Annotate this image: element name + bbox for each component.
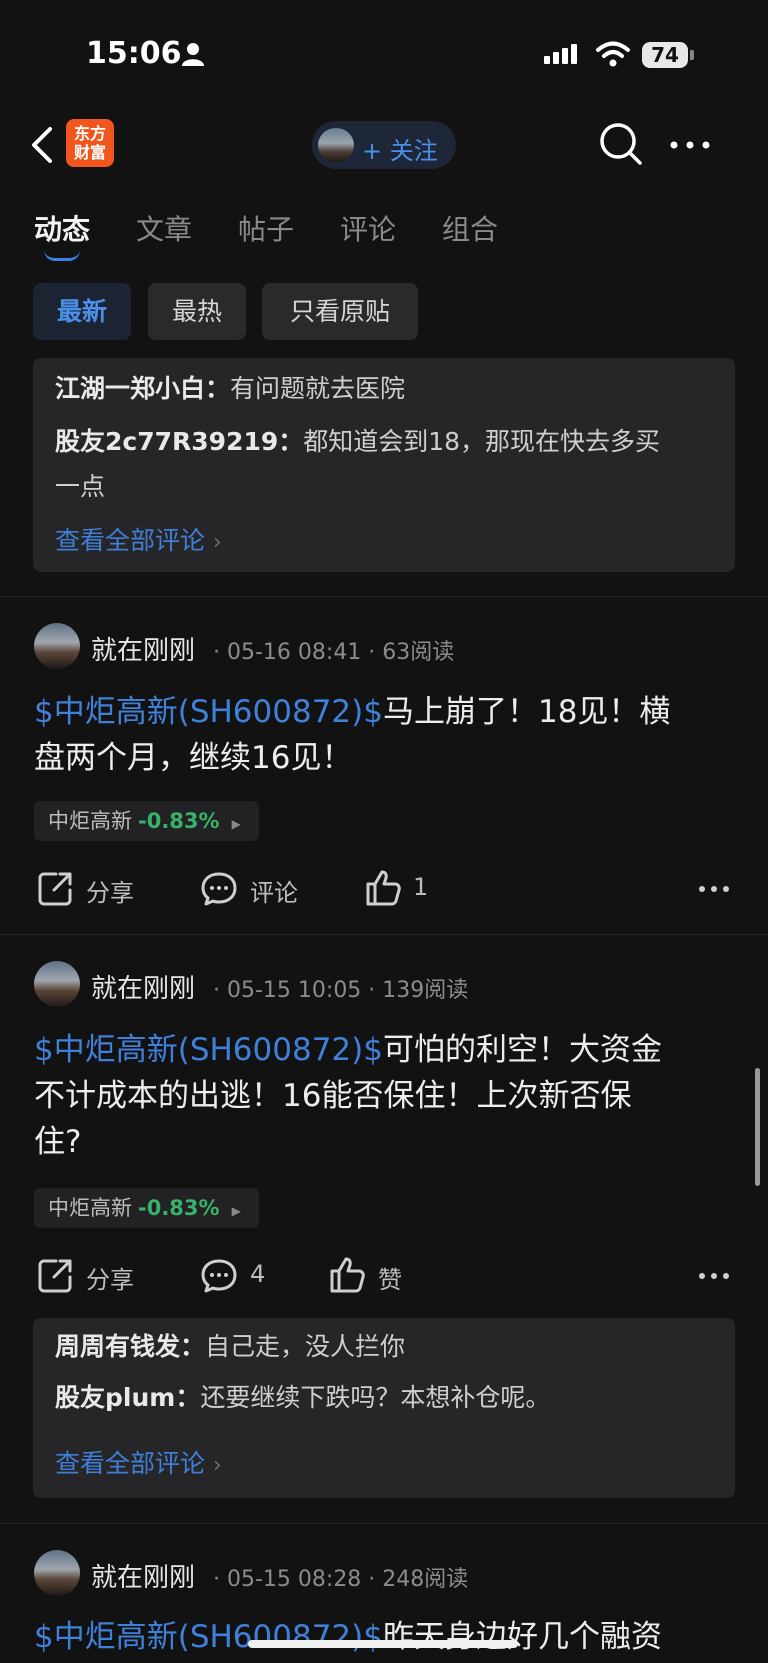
author-name[interactable]: 就在刚刚 [91,1557,195,1594]
active-tab-indicator [44,250,80,261]
filter-original-only[interactable]: 只看原贴 [262,283,418,340]
logo-line-1: 东方 [73,124,106,143]
chevron-right-icon: › [212,530,222,555]
stock-change: -0.83% [138,809,220,833]
tab-comments[interactable]: 评论 [340,208,396,248]
share-icon[interactable] [36,870,74,908]
app-logo[interactable]: 东方 财富 [66,119,114,167]
wifi-icon [596,41,630,67]
stock-quote-chip[interactable]: 中炬高新 -0.83% ▶ [34,801,259,841]
cellular-signal-icon [544,44,580,64]
comment-count[interactable]: 4 [250,1260,265,1288]
post-meta: · 05-16 08:41 · 63阅读 [213,640,455,665]
more-options-icon[interactable] [698,885,730,893]
commenter-name[interactable]: 周周有钱发： [55,1332,205,1361]
comment-preview-box: 周周有钱发：自己走，没人拦你 股友plum：还要继续下跌吗？本想补仓呢。 查看全… [33,1318,735,1498]
play-triangle-icon: ▶ [231,1204,241,1218]
comment-label[interactable]: 评论 [250,873,298,908]
comment-text: 有问题就去医院 [230,374,406,403]
back-arrow-icon[interactable] [28,125,54,165]
comment-text-continued: 一点 [55,472,106,501]
commenter-name[interactable]: 江湖一郑小白： [55,374,230,403]
follow-label: + 关注 [362,137,438,165]
person-icon [182,43,204,66]
filter-hot[interactable]: 最热 [148,283,246,340]
follow-button[interactable]: + 关注 [312,121,456,169]
post-text: 不计成本的出逃！16能否保住！上次新否保 [34,1078,632,1114]
view-all-label: 查看全部评论 [55,1449,206,1478]
view-all-comments-link[interactable]: 查看全部评论 › [55,1444,222,1480]
tab-articles[interactable]: 文章 [136,208,192,248]
post-meta: · 05-15 10:05 · 139阅读 [213,978,469,1003]
chevron-right-icon: › [212,1453,222,1478]
post-text: 住? [34,1124,82,1160]
tab-dynamic[interactable]: 动态 [34,208,90,248]
view-all-label: 查看全部评论 [55,526,206,555]
stock-tag-link[interactable]: $中炬高新(SH600872)$ [34,694,383,730]
divider [0,1523,768,1524]
comment-icon[interactable] [200,1257,238,1295]
comment-line: 股友2c77R39219：都知道会到18，那现在快去多买 [55,417,660,467]
filter-latest[interactable]: 最新 [33,283,131,340]
like-count[interactable]: 1 [413,873,428,901]
tab-posts[interactable]: 帖子 [238,208,294,248]
post-text: 可怕的利空！大资金 [382,1032,662,1068]
post-meta: · 05-15 08:28 · 248阅读 [213,1567,469,1592]
stock-name: 中炬高新 [48,809,132,833]
author-avatar[interactable] [34,623,80,669]
logo-line-2: 财富 [73,143,106,162]
post-text: 昨天身边好几个融资 [382,1619,662,1655]
commenter-name[interactable]: 股友2c77R39219： [55,427,303,456]
play-triangle-icon: ▶ [231,817,241,831]
divider [0,596,768,597]
thumbs-up-icon[interactable] [364,868,404,908]
battery-tip [690,50,694,60]
stock-tag-link[interactable]: $中炬高新(SH600872)$ [34,1619,383,1655]
comment-text: 自己走，没人拦你 [205,1332,406,1361]
comment-line: 周周有钱发：自己走，没人拦你 [55,1322,405,1372]
post-body[interactable]: $中炬高新(SH600872)$可怕的利空！大资金 不计成本的出逃！16能否保住… [34,1027,734,1165]
comment-text: 都知道会到18，那现在快去多买 [303,427,661,456]
scrollbar[interactable] [755,1068,760,1186]
stock-quote-chip[interactable]: 中炬高新 -0.83% ▶ [34,1188,259,1228]
comment-line: 股友plum：还要继续下跌吗？本想补仓呢。 [55,1373,550,1423]
thumbs-up-icon[interactable] [328,1255,368,1295]
like-label[interactable]: 赞 [378,1260,402,1295]
tab-portfolio[interactable]: 组合 [442,208,498,248]
comment-icon[interactable] [200,870,238,908]
user-avatar [318,128,354,162]
author-avatar[interactable] [34,961,80,1007]
post-text: 盘两个月，继续16见！ [34,740,353,776]
share-label[interactable]: 分享 [86,1260,134,1295]
stock-tag-link[interactable]: $中炬高新(SH600872)$ [34,1032,383,1068]
stock-name: 中炬高新 [48,1196,132,1220]
status-time: 15:06 [86,36,182,71]
view-all-comments-link[interactable]: 查看全部评论 › [55,521,222,557]
divider [0,934,768,935]
top-nav-bar: 东方 财富 + 关注 [0,105,768,187]
author-name[interactable]: 就在刚刚 [91,968,195,1005]
author-name[interactable]: 就在刚刚 [91,630,195,667]
battery-indicator: 74 [642,42,688,68]
author-avatar[interactable] [34,1550,80,1596]
more-options-icon[interactable] [698,1272,730,1280]
home-indicator[interactable] [248,1640,518,1648]
comment-preview-box: 江湖一郑小白：有问题就去医院 股友2c77R39219：都知道会到18，那现在快… [33,358,735,572]
stock-change: -0.83% [138,1196,220,1220]
post-body[interactable]: $中炬高新(SH600872)$马上崩了！18见！横 盘两个月，继续16见！ [34,689,734,781]
share-icon[interactable] [36,1257,74,1295]
post-text: 马上崩了！18见！横 [382,694,671,730]
search-icon[interactable] [598,121,644,167]
more-options-icon[interactable] [670,141,710,149]
comment-line: 江湖一郑小白：有问题就去医院 [55,364,405,414]
comment-text: 还要继续下跌吗？本想补仓呢。 [200,1383,551,1412]
post-body[interactable]: $中炬高新(SH600872)$昨天身边好几个融资 [34,1614,734,1660]
commenter-name[interactable]: 股友plum： [55,1383,200,1412]
share-label[interactable]: 分享 [86,873,134,908]
